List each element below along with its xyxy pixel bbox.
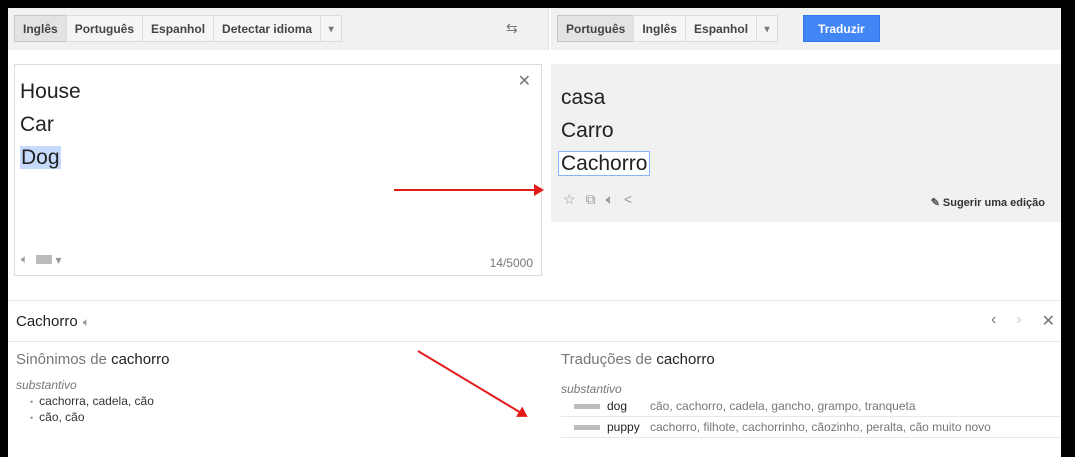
synonyms-title-word: cachorro: [111, 351, 170, 368]
part-of-speech: substantivo: [561, 382, 622, 396]
clear-text-icon[interactable]: ✕: [518, 71, 531, 91]
source-lang-tab-portugues[interactable]: Português: [65, 15, 143, 42]
synonyms-title-prefix: Sinônimos de: [16, 351, 107, 368]
result-line-selected[interactable]: Cachorro: [558, 151, 651, 176]
synonyms-list: cachorra, cadela, cão cão, cão: [30, 394, 536, 426]
translation-result: casa Carro Cachorro ☆ ⧉ 🔈︎ < ✎ Sugerir um…: [551, 64, 1061, 222]
star-icon[interactable]: ☆: [563, 191, 576, 208]
source-text-area[interactable]: House Car Dog ✕ 🔈︎ ▾ 14/5000: [14, 64, 542, 276]
source-tools: 🔈︎ ▾: [21, 252, 62, 267]
target-lang-tab-portugues[interactable]: Português: [557, 15, 634, 42]
source-lang-tab-ingles[interactable]: Inglês: [14, 15, 66, 42]
next-icon[interactable]: ›: [1016, 311, 1021, 331]
translations-panel: Traduções de cachorro substantivo dog cã…: [561, 351, 1061, 438]
pencil-icon: ✎: [930, 197, 940, 209]
source-line: House: [20, 80, 81, 103]
result-tools: ☆ ⧉ 🔈︎ <: [563, 191, 632, 208]
speaker-icon[interactable]: 🔈︎: [21, 252, 28, 267]
speaker-icon[interactable]: 🔈︎: [83, 315, 90, 329]
copy-icon[interactable]: ⧉: [586, 191, 596, 208]
target-lang-tab-espanhol[interactable]: Espanhol: [685, 15, 757, 42]
close-icon[interactable]: ✕: [1042, 311, 1055, 331]
table-row[interactable]: puppy cachorro, filhote, cachorrinho, cã…: [561, 417, 1061, 438]
source-language-tabs: Inglês Português Espanhol Detectar idiom…: [14, 15, 343, 42]
synonyms-panel: Sinônimos de cachorro substantivo cachor…: [16, 351, 536, 426]
target-language-tabs: Português Inglês Espanhol ▾ Traduzir: [557, 15, 880, 42]
dictionary-word-label: Cachorro: [16, 313, 78, 330]
suggest-edit-label: Sugerir uma edição: [942, 197, 1045, 209]
frequency-bar: [574, 403, 600, 409]
translation-synonyms: cachorro, filhote, cachorrinho, cãozinho…: [650, 420, 991, 434]
target-language-bar: Português Inglês Espanhol ▾ Traduzir: [551, 8, 1061, 50]
list-item[interactable]: cão, cão: [30, 410, 536, 426]
translation-word[interactable]: dog: [607, 399, 642, 413]
source-lang-tab-espanhol[interactable]: Espanhol: [142, 15, 214, 42]
char-count: 14/5000: [489, 256, 533, 270]
speaker-icon[interactable]: 🔈︎: [606, 191, 614, 208]
synonyms-title: Sinônimos de cachorro: [16, 351, 536, 368]
frequency-bar: [574, 424, 600, 430]
annotation-arrow: [394, 184, 544, 196]
swap-languages-icon[interactable]: ⇆: [506, 20, 518, 37]
table-row[interactable]: dog cão, cachorro, cadela, gancho, gramp…: [561, 396, 1061, 417]
result-line: Carro: [561, 119, 614, 142]
source-line: Car: [20, 113, 54, 136]
source-lang-dropdown-icon[interactable]: ▾: [320, 15, 343, 42]
dictionary-word: Cachorro 🔈︎: [16, 313, 90, 330]
previous-icon[interactable]: ‹: [991, 311, 996, 331]
target-lang-dropdown-icon[interactable]: ▾: [756, 15, 779, 42]
keyboard-icon[interactable]: ▾: [36, 253, 62, 267]
share-icon[interactable]: <: [624, 191, 632, 208]
part-of-speech: substantivo: [16, 378, 77, 392]
dictionary-nav: ‹ › ✕: [991, 311, 1055, 331]
translation-synonyms: cão, cachorro, cadela, gancho, grampo, t…: [650, 399, 916, 413]
translation-word[interactable]: puppy: [607, 420, 642, 434]
source-lang-tab-detectar[interactable]: Detectar idioma: [213, 15, 321, 42]
source-line-highlighted: Dog: [20, 146, 61, 169]
dictionary-header: Cachorro 🔈︎ ‹ › ✕: [8, 300, 1061, 342]
source-language-bar: Inglês Português Espanhol Detectar idiom…: [8, 8, 549, 50]
translations-title: Traduções de cachorro: [561, 351, 1061, 368]
source-text[interactable]: House Car Dog: [20, 75, 81, 174]
translate-button[interactable]: Traduzir: [803, 15, 880, 42]
translations-title-word: cachorro: [656, 351, 715, 368]
result-text: casa Carro Cachorro: [558, 81, 651, 180]
result-line: casa: [561, 86, 606, 109]
suggest-edit-link[interactable]: ✎ Sugerir uma edição: [931, 196, 1045, 209]
translations-title-prefix: Traduções de: [561, 351, 653, 368]
list-item[interactable]: cachorra, cadela, cão: [30, 394, 536, 410]
target-lang-tab-ingles[interactable]: Inglês: [633, 15, 686, 42]
